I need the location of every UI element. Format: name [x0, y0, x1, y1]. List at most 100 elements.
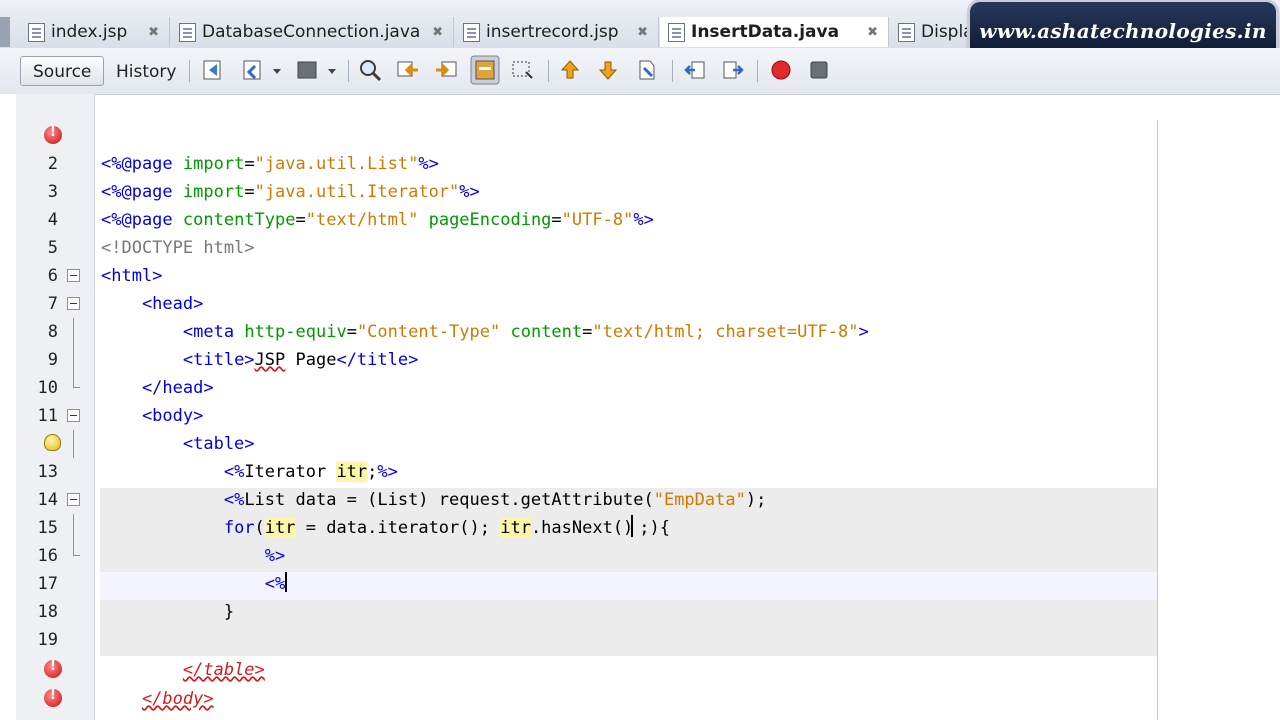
- code-text: </head>: [101, 378, 214, 398]
- fold-guide: [73, 346, 74, 374]
- source-button[interactable]: Source: [20, 56, 105, 86]
- previous-bookmark-icon[interactable]: [558, 58, 582, 82]
- code-line: 9 <title>JSP Page</title>: [0, 346, 1157, 374]
- tab-insertdata-java[interactable]: InsertData.java ✖: [660, 17, 889, 47]
- line-number: 13: [37, 462, 58, 482]
- code-line: 16 %>: [0, 542, 1157, 570]
- tab-index-jsp[interactable]: index.jsp ✖: [20, 17, 170, 47]
- forward-icon[interactable]: [295, 58, 319, 82]
- code-text: <%: [101, 572, 288, 594]
- code-line: 8 <meta http-equiv="Content-Type" conten…: [0, 318, 1157, 346]
- close-icon[interactable]: ✖: [148, 25, 159, 40]
- error-icon[interactable]: [44, 688, 62, 707]
- java-file-icon: [668, 22, 685, 42]
- history-button[interactable]: History: [103, 56, 189, 86]
- line-number: 7: [47, 294, 58, 314]
- line-number: 11: [37, 406, 58, 426]
- fold-toggle-icon[interactable]: [67, 493, 80, 506]
- start-macro-icon[interactable]: [769, 58, 793, 82]
- find-icon[interactable]: [358, 58, 382, 82]
- close-icon[interactable]: ✖: [432, 25, 443, 40]
- stop-macro-icon[interactable]: [807, 58, 831, 82]
- code-line: 6 <html>: [0, 262, 1157, 290]
- code-text: <%Iterator itr;%>: [223, 462, 398, 482]
- tab-label: index.jsp: [51, 22, 128, 42]
- close-icon[interactable]: ✖: [637, 25, 648, 40]
- line-number: 18: [37, 602, 58, 622]
- toolbar-separator: [757, 60, 758, 82]
- tab-label: InsertData.java: [691, 22, 840, 42]
- code-line: </table>: [0, 656, 1157, 684]
- dropdown-icon[interactable]: [270, 58, 284, 82]
- code-line: 17 <%: [0, 570, 1157, 598]
- code-text: </body>: [141, 689, 214, 709]
- jsp-file-icon: [28, 22, 45, 42]
- line-number: 17: [37, 574, 58, 594]
- code-line: 5 <!DOCTYPE html>: [0, 234, 1157, 262]
- code-line: 7 <head>: [0, 290, 1157, 318]
- line-number: 9: [47, 350, 58, 370]
- fold-toggle-icon[interactable]: [67, 409, 80, 422]
- editor-toolbar: Source History: [0, 48, 1280, 95]
- back-icon[interactable]: [241, 58, 265, 82]
- error-icon[interactable]: [44, 659, 62, 678]
- code-text: <%@page import="java.util.List"%>: [101, 154, 439, 174]
- line-number: 15: [37, 518, 58, 538]
- code-line: [0, 122, 1157, 150]
- code-text: %>: [101, 546, 286, 566]
- code-line: <table>: [0, 430, 1157, 458]
- fold-end-marker: [73, 374, 80, 388]
- code-text: <title>JSP Page</title>: [182, 350, 419, 370]
- code-line: 11 <body>: [0, 402, 1157, 430]
- fold-toggle-icon[interactable]: [67, 269, 80, 282]
- code-line: 4 <%@page contentType="text/html" pageEn…: [0, 206, 1157, 234]
- line-number: 14: [37, 490, 58, 510]
- tab-scroll-left[interactable]: [0, 17, 10, 47]
- dropdown-icon[interactable]: [325, 58, 339, 82]
- toolbar-separator: [348, 60, 349, 82]
- hint-lightbulb-icon[interactable]: [44, 434, 61, 451]
- code-line: 19: [0, 626, 1157, 654]
- next-bookmark-icon[interactable]: [596, 58, 620, 82]
- toggle-rectangular-selection-icon[interactable]: [510, 58, 534, 82]
- right-margin-guide: [1157, 120, 1158, 720]
- code-text: }: [101, 602, 235, 622]
- mouse-text-cursor: [631, 515, 639, 537]
- line-number: 10: [37, 378, 58, 398]
- toggle-highlight-icon[interactable]: [470, 55, 500, 85]
- line-number: 19: [37, 630, 58, 650]
- code-line: 3 <%@page import="java.util.Iterator"%>: [0, 178, 1157, 206]
- tab-insertrecord-jsp[interactable]: insertrecord.jsp ✖: [455, 17, 659, 47]
- code-text: <body>: [101, 406, 204, 426]
- line-number: 3: [47, 182, 58, 202]
- toolbar-separator: [548, 60, 549, 82]
- shift-left-icon[interactable]: [683, 58, 707, 82]
- close-icon[interactable]: ✖: [867, 25, 878, 40]
- line-number: 8: [47, 322, 58, 342]
- error-icon[interactable]: [44, 125, 62, 144]
- fold-guide: [73, 318, 74, 346]
- toggle-bookmark-icon[interactable]: [634, 58, 658, 82]
- code-text: <!DOCTYPE html>: [101, 238, 255, 258]
- tab-label: Displa: [921, 22, 974, 42]
- tab-display[interactable]: Displa: [890, 17, 980, 47]
- shift-right-icon[interactable]: [721, 58, 745, 82]
- code-line: 2 <%@page import="java.util.List"%>: [0, 150, 1157, 178]
- code-line: 10 </head>: [0, 374, 1157, 402]
- code-line: </body>: [0, 685, 1157, 713]
- line-number: 4: [47, 210, 58, 230]
- find-next-icon[interactable]: [434, 58, 458, 82]
- find-previous-icon[interactable]: [396, 58, 420, 82]
- toolbar-separator: [672, 60, 673, 82]
- toolbar-separator: [189, 60, 190, 82]
- fold-guide: [73, 514, 74, 542]
- jsp-file-icon: [463, 22, 480, 42]
- line-number: 5: [47, 238, 58, 258]
- java-file-icon: [898, 22, 915, 42]
- fold-toggle-icon[interactable]: [67, 297, 80, 310]
- tab-databaseconnection-java[interactable]: DatabaseConnection.java ✖: [171, 17, 454, 47]
- code-text: <table>: [101, 434, 255, 454]
- code-text: <meta http-equiv="Content-Type" content=…: [182, 322, 869, 342]
- last-edit-icon[interactable]: [201, 58, 225, 82]
- code-text: <%List data = (List) request.getAttribut…: [223, 490, 767, 510]
